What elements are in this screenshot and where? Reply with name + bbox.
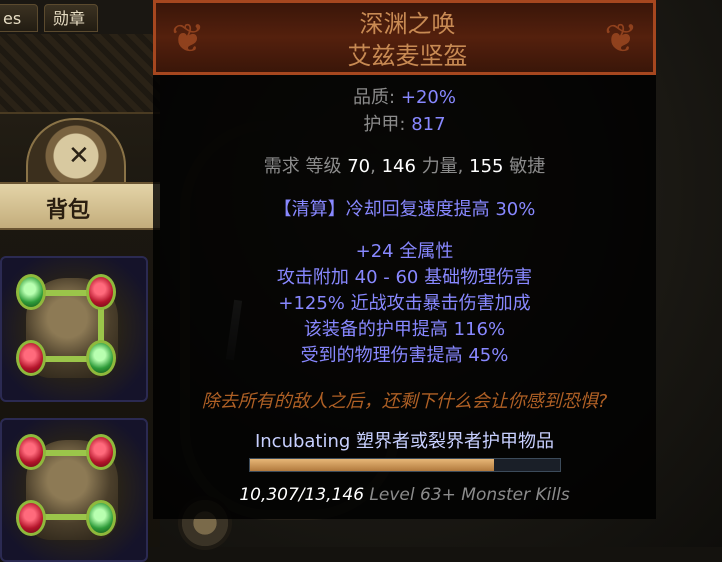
socket-red-icon [16, 500, 46, 536]
req-sep: , [370, 156, 376, 177]
quality-line: 品质: +20% [153, 86, 656, 110]
item-tooltip: ❦ ❦ 深渊之唤 艾兹麦坚盔 品质: +20% 护甲: 817 需求 等级 70… [153, 0, 656, 519]
inventory-title: 背包 [46, 198, 91, 223]
tooltip-header: ❦ ❦ 深渊之唤 艾兹麦坚盔 [153, 0, 656, 75]
tab-medals[interactable]: 勋章 [44, 4, 98, 32]
quality-label: 品质: [353, 87, 396, 108]
enchant-mod: 【清算】冷却回复速度提高 30% [273, 199, 536, 220]
socket-link [42, 450, 90, 456]
tab-stash-partial[interactable]: es [0, 4, 38, 32]
explicit-mod: +24 全属性 [355, 241, 454, 262]
socket-link [42, 514, 90, 520]
req-str: 146 [381, 156, 416, 177]
explicit-mod: 攻击附加 40 - 60 基础物理伤害 [276, 267, 533, 288]
requirements-prefix: 需求 等级 [263, 156, 342, 177]
item-name: 深渊之唤 [359, 10, 456, 38]
flavour-text: 除去所有的敌人之后，还剩下什么会让你感到恐惧? [201, 391, 608, 412]
socket-red-icon [16, 340, 46, 376]
tab-label: 勋章 [53, 9, 86, 28]
quality-value: +20% [400, 87, 456, 108]
incubation-requirement: Level 63+ Monster Kills [369, 485, 570, 505]
socket-red-icon [86, 274, 116, 310]
explicit-mod: 受到的物理伤害提高 45% [300, 345, 509, 366]
tab-bar: es 勋章 [0, 0, 160, 34]
socket-green-icon [86, 500, 116, 536]
req-level: 70 [347, 156, 371, 177]
socket-link [42, 356, 90, 362]
requirements-line: 需求 等级 70, 146 力量, 155 敏捷 [153, 155, 656, 179]
incubation-count: 10,307/13,146 [239, 485, 365, 505]
ornate-border [0, 34, 160, 114]
socket-red-icon [16, 434, 46, 470]
incubation-progress-bar [249, 458, 561, 472]
item-base-type: 艾兹麦坚盔 [347, 42, 468, 70]
incubation-label: Incubating 塑界者或裂界者护甲物品 [254, 431, 555, 452]
armour-line: 护甲: 817 [153, 113, 656, 137]
incubation-progress-fill [250, 459, 494, 471]
armour-value: 817 [411, 114, 446, 135]
tab-label: es [3, 9, 22, 28]
helmet-slot[interactable] [0, 256, 148, 402]
armour-label: 护甲: [363, 114, 406, 135]
socket-green-icon [86, 340, 116, 376]
inventory-title-banner: 背包 [0, 182, 160, 230]
explicit-mod: +125% 近战攻击暴击伤害加成 [278, 293, 531, 314]
req-dex: 155 [469, 156, 504, 177]
explicit-mod: 该装备的护甲提高 116% [303, 319, 506, 340]
socket-green-icon [16, 274, 46, 310]
socket-red-icon [86, 434, 116, 470]
incubation-kills-line: 10,307/13,146 Level 63+ Monster Kills [153, 483, 656, 507]
inventory-panel: es 勋章 ✕ 背包 [0, 0, 160, 562]
socket-link [42, 290, 90, 296]
req-str-label: 力量, [421, 156, 464, 177]
req-dex-label: 敏捷 [509, 156, 546, 177]
body-armour-slot[interactable] [0, 418, 148, 562]
